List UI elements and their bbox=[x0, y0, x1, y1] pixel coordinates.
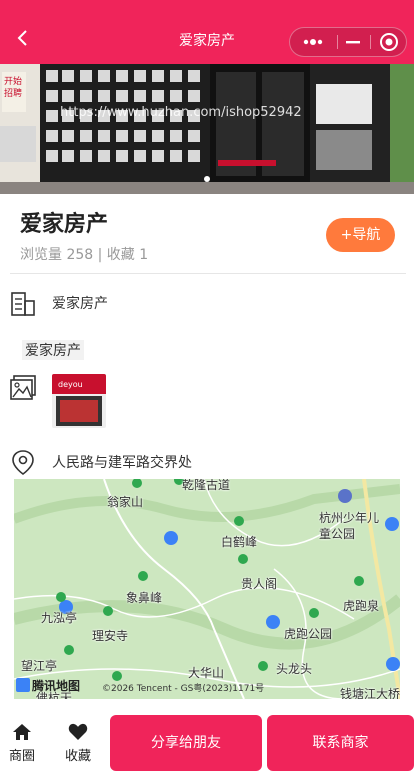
map-label: 杭州少年儿童公园 bbox=[319, 511, 380, 541]
location-pin-icon bbox=[12, 450, 34, 475]
map-label: 乾隆古道 bbox=[182, 479, 231, 492]
image-gallery-icon bbox=[10, 375, 36, 400]
shop-photo-thumbnail[interactable]: deyou bbox=[52, 374, 106, 428]
map-label: 望江亭 bbox=[21, 659, 58, 673]
contact-merchant-button[interactable]: 联系商家 bbox=[267, 715, 414, 771]
capsule-divider bbox=[370, 35, 371, 49]
shop-description: 爱家房产 bbox=[22, 340, 84, 360]
map-logo-text: 腾讯地图 bbox=[32, 679, 81, 693]
tab-favorite[interactable]: 收藏 bbox=[56, 723, 100, 764]
svg-text:招聘: 招聘 bbox=[4, 87, 22, 99]
heart-icon bbox=[68, 723, 88, 740]
watermark-text: https://www.huzhan.com/ishop52942 bbox=[60, 105, 302, 120]
building-icon bbox=[11, 292, 35, 316]
mini-program-capsule bbox=[289, 27, 407, 57]
map-label: 虎跑公园 bbox=[284, 627, 333, 641]
minimize-icon[interactable] bbox=[338, 28, 368, 56]
map-label: 九泓亭 bbox=[41, 611, 78, 625]
map-label: 白鹤峰 bbox=[221, 535, 258, 549]
map-label: 象鼻峰 bbox=[126, 591, 163, 605]
storefront-thumbnail: deyou bbox=[52, 374, 106, 428]
map-brand-icon bbox=[16, 678, 30, 692]
navigate-button[interactable]: +导航 bbox=[326, 218, 395, 252]
map-copyright: ©2026 Tencent - GS粤(2023)1171号 bbox=[102, 684, 265, 694]
map-label: 虎跑泉 bbox=[343, 599, 380, 613]
map-label: 贵人阁 bbox=[241, 577, 278, 591]
storefront-banner-image[interactable]: 开始 招聘 https://www.huzhan.com/ishop52942 bbox=[0, 64, 414, 194]
map-label: 钱塘江大桥 bbox=[340, 687, 400, 699]
svg-text:开始: 开始 bbox=[4, 75, 22, 87]
navigation-bar: 爱家房产 bbox=[0, 0, 414, 64]
storefront-illustration: 开始 招聘 https://www.huzhan.com/ishop52942 bbox=[0, 64, 414, 194]
map-label: 头龙头 bbox=[276, 662, 313, 676]
section-divider bbox=[10, 273, 406, 274]
share-to-friend-button[interactable]: 分享给朋友 bbox=[110, 715, 262, 771]
more-icon[interactable] bbox=[290, 28, 336, 56]
tab-label: 收藏 bbox=[64, 749, 91, 764]
shop-name: 爱家房产 bbox=[20, 212, 109, 237]
view-favorite-stats: 浏览量 258 | 收藏 1 bbox=[20, 247, 149, 263]
tab-label: 商圈 bbox=[8, 749, 35, 764]
map-label: 大华山 bbox=[188, 666, 225, 680]
close-target-icon[interactable] bbox=[372, 28, 406, 56]
tencent-map-logo: 腾讯地图 bbox=[16, 677, 80, 694]
tab-business-circle[interactable]: 商圈 bbox=[0, 723, 44, 764]
location-map[interactable]: 乾隆古道 翁家山 白鹤峰 杭州少年儿童公园 贵人阁 象鼻峰 九泓亭 理安寺 虎跑… bbox=[14, 479, 400, 699]
carousel-indicator-dot[interactable] bbox=[204, 176, 210, 182]
bottom-action-bar: 商圈 收藏 分享给朋友 联系商家 bbox=[0, 703, 414, 780]
home-icon bbox=[13, 724, 31, 740]
map-label: 翁家山 bbox=[107, 495, 144, 509]
svg-text:deyou: deyou bbox=[58, 380, 83, 389]
map-label: 理安寺 bbox=[92, 629, 129, 643]
shop-address: 人民路与建军路交界处 bbox=[52, 455, 192, 471]
info-title: 爱家房产 bbox=[52, 296, 108, 312]
